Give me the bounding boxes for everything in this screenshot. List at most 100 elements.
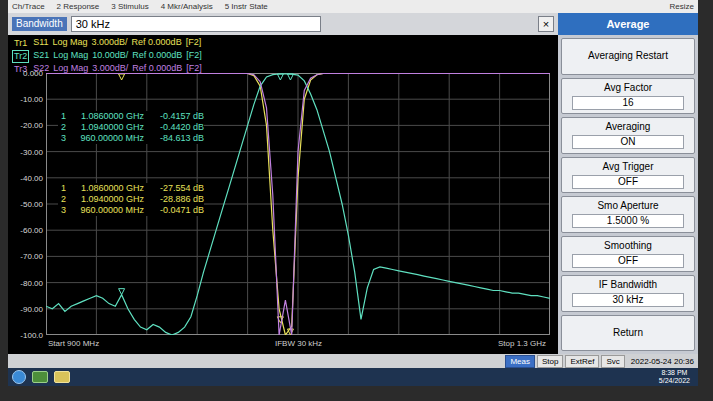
trace-header[interactable]: Tr1S11Log Mag3.000dB/Ref 0.000dB[F2]: [12, 37, 558, 50]
marker-row: 3960.00000 MHz-0.0471 dB: [58, 205, 204, 216]
trace-format: Log Mag: [53, 63, 88, 76]
plot-row: 0.000 -10.00 -20.00 -30.00 -40.00 -50.00 -60.0…: [8, 71, 558, 337]
y-tick: -10.00: [20, 95, 43, 105]
softkey-panel: Averaging Restart Avg Factor 16 AveragingON…: [558, 35, 698, 354]
softkey-button[interactable]: Averaging Restart: [561, 38, 695, 75]
marker-row: 3 960.00000 MHz -84.613 dB: [58, 133, 204, 144]
chart-panel: Tr1S11Log Mag3.000dB/Ref 0.000dB[F2]Tr2S…: [8, 35, 558, 354]
marker-row: 21.0940000 GHz-0.4420 dB: [58, 122, 204, 133]
marker-icon[interactable]: [119, 74, 125, 80]
marker-readout: 11.0860000 GHz-0.4157 dB21.0940000 GHz-0…: [58, 111, 204, 144]
softkey-label: Averaging: [606, 121, 651, 133]
softkey-value: 1.5000 %: [572, 214, 684, 228]
start-frequency[interactable]: Start 900 MHz: [48, 338, 99, 350]
status-item: Meas: [505, 355, 535, 368]
softkey-title-text: Average: [606, 16, 649, 33]
marker-value: -0.4420 dB: [148, 122, 204, 133]
menu-item[interactable]: 4 Mkr/Analysis: [161, 2, 213, 12]
softkey-button[interactable]: Avg TriggerOFF: [561, 157, 695, 194]
marker-frequency: 1.0940000 GHz: [70, 194, 144, 205]
softkey-value: 16: [572, 96, 684, 110]
marker-frequency: 960.00000 MHz: [70, 133, 144, 144]
x-axis: Start 900 MHz IFBW 30 kHz Stop 1.3 GHz: [8, 337, 558, 351]
softkey-button[interactable]: AveragingON: [561, 117, 695, 154]
folder-icon[interactable]: [54, 371, 70, 383]
trace-channel: [F2]: [186, 50, 202, 63]
marker-frequency: 1.0860000 GHz: [70, 111, 144, 122]
marker-row: 2 1.0940000 GHz -28.886 dB: [58, 194, 204, 205]
taskbar-clock[interactable]: 8:38 PM5/24/2022: [659, 369, 694, 385]
taskbar: 8:38 PM5/24/2022: [8, 368, 698, 386]
softkey-button[interactable]: Avg Factor 16: [561, 78, 695, 115]
marker-icon[interactable]: [287, 74, 293, 80]
menu-item[interactable]: 3 Stimulus: [111, 2, 148, 12]
y-tick: -80.00: [20, 279, 43, 289]
softkey-value: OFF: [572, 254, 684, 268]
trace-ref: Ref 0.000dB: [132, 37, 182, 50]
analyzer-screen: Ch/Trace 2 Response 3 Stimulus 4 Mkr/Analys…: [8, 0, 698, 386]
marker-frequency: 1.0860000 GHz: [70, 183, 144, 194]
marker-number: 1: [58, 111, 66, 122]
clock-time: 8:38 PM: [661, 369, 687, 377]
marker-value: -0.0471 dB: [148, 205, 204, 216]
softkey-label: Averaging Restart: [584, 50, 672, 62]
softkey-label: Return: [609, 327, 647, 339]
clock-date: 5/24/2022: [659, 377, 690, 385]
stop-frequency[interactable]: Stop 1.3 GHz: [498, 338, 546, 350]
softkey-label: Smo Aperture: [597, 200, 658, 212]
softkey-button[interactable]: Smo Aperture 1.5000 %: [561, 196, 695, 233]
trace-param: S11: [33, 37, 48, 50]
y-tick: -40.00: [20, 174, 43, 184]
y-tick: -20.00: [20, 121, 43, 131]
marker-number: 1: [58, 183, 66, 194]
trace-ref: Ref 0.000dB: [132, 63, 182, 76]
trace-line: [46, 73, 550, 335]
trace-format: Log Mag: [53, 37, 88, 50]
trace-format: Log Mag: [53, 50, 88, 63]
softkey-button[interactable]: IF Bandwidth30 kHz: [561, 275, 695, 312]
status-item: Stop: [537, 355, 563, 368]
status-item: ExtRef: [565, 355, 599, 368]
marker-number: 2: [58, 194, 66, 205]
trace-line: [46, 73, 550, 335]
marker-number: 3: [58, 133, 66, 144]
y-tick: -30.00: [20, 148, 43, 158]
marker-frequency: 960.00000 MHz: [70, 205, 144, 216]
entry-field[interactable]: 30 kHz: [71, 16, 321, 32]
menu-item[interactable]: Ch/Trace: [12, 2, 45, 12]
trace-header[interactable]: Tr2S21Log Mag10.00dB/Ref 0.000dB[F2]: [12, 50, 558, 63]
trace-scale: 3.000dB/: [92, 37, 128, 50]
marker-icon[interactable]: [277, 74, 283, 80]
softkey-label: IF Bandwidth: [599, 279, 657, 291]
marker-value: -27.554 dB: [148, 183, 204, 194]
close-button[interactable]: ×: [538, 16, 554, 32]
softkey-button[interactable]: Return: [561, 315, 695, 352]
y-tick: -60.00: [20, 226, 43, 236]
if-bandwidth[interactable]: IFBW 30 kHz: [275, 338, 322, 350]
trace-ref: Ref 0.000dB: [132, 50, 182, 63]
app-icon[interactable]: [32, 371, 48, 383]
start-icon[interactable]: [12, 370, 26, 384]
marker-icon[interactable]: [119, 289, 125, 295]
main-area: Tr1S11Log Mag3.000dB/Ref 0.000dB[F2]Tr2S…: [8, 35, 698, 354]
softkey-value: OFF: [572, 175, 684, 189]
y-tick: -50.00: [20, 200, 43, 210]
marker-value: -28.886 dB: [148, 194, 204, 205]
trace-param: S21: [33, 50, 49, 63]
y-tick: -90.00: [20, 305, 43, 315]
marker-row: 1 1.0860000 GHz -27.554 dB: [58, 183, 204, 194]
trace-channel: [F2]: [186, 37, 202, 50]
status-item: Svc: [601, 355, 624, 368]
softkey-label: Avg Factor: [604, 82, 652, 94]
marker-value: -84.613 dB: [148, 133, 204, 144]
y-axis: 0.000 -10.00 -20.00 -30.00 -40.00 -50.00 -60.0…: [8, 71, 46, 337]
menu-item[interactable]: 5 Instr State: [225, 2, 268, 12]
trace-headers: Tr1S11Log Mag3.000dB/Ref 0.000dB[F2]Tr2S…: [8, 35, 558, 71]
resize-button[interactable]: Resize: [670, 2, 694, 12]
softkey-button[interactable]: SmoothingOFF: [561, 236, 695, 273]
trace-scale: 10.00dB/: [92, 50, 128, 63]
y-tick: -100.0: [20, 331, 43, 341]
y-tick: 0.000: [23, 69, 43, 79]
plot-area: 1 1.0860000 GHz -27.554 dB 2 1.0940000 GHz -2…: [46, 73, 550, 335]
menu-item[interactable]: 2 Response: [57, 2, 100, 12]
